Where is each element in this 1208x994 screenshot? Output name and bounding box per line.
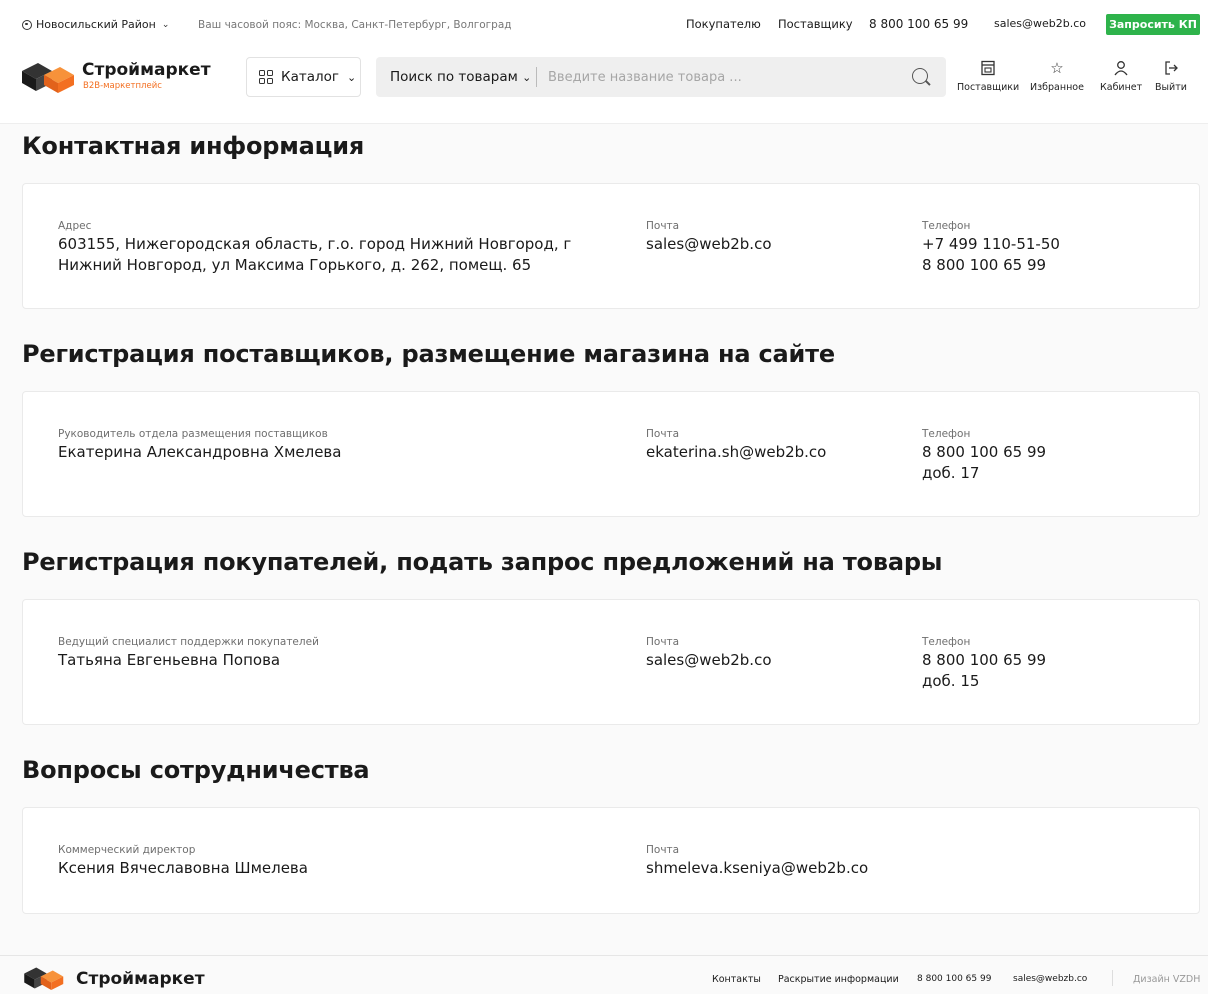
footer-email-link[interactable]: sales@webzb.co	[1013, 974, 1087, 984]
logo-mark-icon	[22, 63, 74, 93]
chevron-down-icon: ⌄	[346, 70, 357, 84]
suppliers-icon	[980, 58, 996, 78]
position-label: Коммерческий директор	[58, 844, 196, 856]
phone-value[interactable]: 8 800 100 65 99 доб. 17	[922, 442, 1046, 484]
logout-label: Выйти	[1155, 82, 1187, 93]
search-mode-dropdown[interactable]: Поиск по товарам ⌄	[390, 69, 531, 85]
search-mode-label: Поиск по товарам	[390, 69, 518, 85]
section-title-cooperation: Вопросы сотрудничества	[22, 756, 370, 784]
top-email-link[interactable]: sales@web2b.co	[994, 17, 1086, 30]
phone-line[interactable]: 8 800 100 65 99	[922, 255, 1060, 276]
timezone-text: Ваш часовой пояс: Москва, Санкт-Петербур…	[198, 19, 512, 31]
phone-label: Телефон	[922, 220, 971, 232]
phone-line[interactable]: +7 499 110-51-50	[922, 234, 1060, 255]
contact-card: Адрес 603155, Нижегородская область, г.о…	[22, 183, 1200, 309]
email-link[interactable]: sales@web2b.co	[646, 650, 772, 671]
cabinet-nav[interactable]: Кабинет	[1100, 58, 1142, 93]
person-name: Татьяна Евгеньевна Попова	[58, 651, 281, 669]
cabinet-label: Кабинет	[1100, 82, 1143, 93]
cabinet-icon	[1113, 58, 1129, 78]
contact-card: Коммерческий директор Ксения Вячеславовн…	[22, 807, 1200, 914]
section-title-contacts: Контактная информация	[22, 132, 365, 160]
design-credit-link[interactable]: Дизайн VZDH	[1133, 974, 1200, 985]
phone-line[interactable]: 8 800 100 65 99	[922, 650, 1046, 671]
position-label: Руководитель отдела размещения поставщик…	[58, 428, 328, 440]
footer-logo-mark-icon[interactable]	[22, 963, 70, 993]
address-line: 603155, Нижегородская область, г.о. горо…	[58, 235, 572, 253]
phone-label: Телефон	[922, 636, 971, 648]
logo-subtitle: B2B-маркетплейс	[83, 81, 162, 91]
phone-label: Телефон	[922, 428, 971, 440]
contact-card: Ведущий специалист поддержки покупателей…	[22, 599, 1200, 725]
contact-card: Руководитель отдела размещения поставщик…	[22, 391, 1200, 517]
region-label: Новосильский Район	[36, 18, 156, 31]
email-link[interactable]: sales@web2b.co	[646, 234, 772, 255]
buyer-link[interactable]: Покупателю	[686, 17, 761, 31]
logout-icon	[1163, 58, 1179, 78]
footer-divider	[1112, 970, 1113, 986]
logo-title: Строймаркет	[82, 60, 211, 80]
address-label: Адрес	[58, 220, 92, 232]
catalog-label: Каталог	[281, 69, 339, 85]
logout-nav[interactable]: Выйти	[1155, 58, 1187, 93]
search-divider	[536, 67, 537, 87]
grid-icon	[259, 70, 273, 84]
phone-line[interactable]: 8 800 100 65 99	[922, 442, 1046, 463]
email-label: Почта	[646, 220, 680, 232]
person-name: Екатерина Александровна Хмелева	[58, 443, 342, 461]
phone-extension: доб. 17	[922, 464, 980, 482]
phone-extension: доб. 15	[922, 672, 980, 690]
footer-disclosure-link[interactable]: Раскрытие информации	[778, 974, 899, 985]
email-link[interactable]: shmeleva.kseniya@web2b.co	[646, 858, 868, 879]
phone-value[interactable]: +7 499 110-51-50 8 800 100 65 99	[922, 234, 1060, 276]
person-name: Ксения Вячеславовна Шмелева	[58, 859, 308, 877]
footer-phone-link[interactable]: 8 800 100 65 99	[917, 974, 991, 984]
location-pin-icon	[22, 19, 32, 30]
catalog-button[interactable]: Каталог ⌄	[246, 57, 361, 97]
address-line: Нижний Новгород, ул Максима Горького, д.…	[58, 256, 532, 274]
region-selector[interactable]: Новосильский Район ⌄	[22, 18, 169, 31]
footer-logo-title[interactable]: Строймаркет	[76, 969, 205, 989]
footer-contacts-link[interactable]: Контакты	[712, 974, 761, 985]
supplier-link[interactable]: Поставщику	[778, 17, 853, 31]
phone-value[interactable]: 8 800 100 65 99 доб. 15	[922, 650, 1046, 692]
favorites-label: Избранное	[1030, 82, 1084, 93]
chevron-down-icon: ⌄	[161, 19, 170, 30]
email-label: Почта	[646, 636, 680, 648]
section-title-buyers: Регистрация покупателей, подать запрос п…	[22, 548, 943, 576]
top-phone-link[interactable]: 8 800 100 65 99	[869, 17, 968, 31]
chevron-down-icon: ⌄	[522, 71, 532, 84]
address-value: 603155, Нижегородская область, г.о. горо…	[58, 234, 571, 276]
email-label: Почта	[646, 428, 680, 440]
favorites-icon: ☆	[1050, 59, 1064, 77]
search-icon[interactable]	[912, 68, 928, 84]
favorites-nav[interactable]: ☆ Избранное	[1030, 58, 1084, 93]
position-label: Ведущий специалист поддержки покупателей	[58, 636, 319, 648]
search-input[interactable]	[548, 65, 888, 89]
search-bar: Поиск по товарам ⌄	[376, 57, 946, 97]
email-label: Почта	[646, 844, 680, 856]
section-title-suppliers: Регистрация поставщиков, размещение мага…	[22, 340, 835, 368]
suppliers-nav[interactable]: Поставщики	[957, 58, 1019, 93]
top-bar: Новосильский Район ⌄ Ваш часовой пояс: М…	[0, 0, 1208, 50]
request-quote-button[interactable]: Запросить КП	[1106, 14, 1200, 35]
email-link[interactable]: ekaterina.sh@web2b.co	[646, 442, 826, 463]
suppliers-label: Поставщики	[957, 82, 1020, 93]
